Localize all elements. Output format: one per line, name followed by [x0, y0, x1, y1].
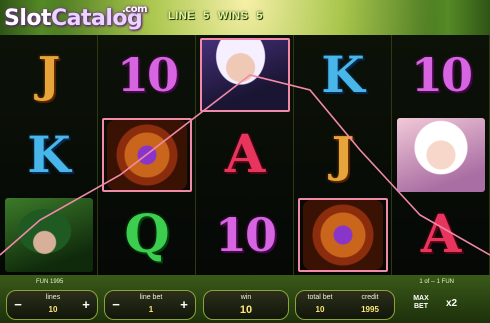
reel-cell [98, 115, 196, 195]
line-bet-label: line bet [139, 294, 163, 301]
wins-label: WINS [217, 10, 249, 22]
reel-cell [0, 195, 98, 275]
line-bet-panel: − line bet 1 + [104, 290, 196, 320]
symbol-10: 10 [214, 208, 277, 262]
line-bet-increase-button[interactable]: + [177, 298, 191, 312]
symbol-a: A [224, 124, 266, 185]
credit-value: 1995 [361, 305, 379, 314]
reel-cell [196, 35, 294, 115]
strip-left-text: FUN 1995 [36, 279, 64, 285]
symbol-k: K [321, 45, 365, 104]
lines-value: 10 [48, 305, 58, 314]
reel-cell: A [196, 115, 294, 195]
symbol-q: Q [124, 204, 170, 265]
total-bet-label: total bet [307, 294, 333, 301]
win-highlight-frame [200, 38, 290, 112]
speed-toggle-button[interactable]: x2 [446, 298, 457, 309]
reel-cell [392, 115, 490, 195]
reel-cell: Q [98, 195, 196, 275]
lines-panel: − lines 10 + [6, 290, 98, 320]
total-bet-value: 10 [315, 305, 325, 314]
reel-5: 10 A [392, 35, 490, 275]
win-label: win [240, 294, 252, 301]
reel-cell: 10 [98, 35, 196, 115]
symbol-a: A [420, 204, 462, 265]
reel-cell: 10 [392, 35, 490, 115]
symbol-k: K [27, 125, 71, 184]
symbol-10: 10 [410, 48, 473, 102]
line-value: 5 [203, 10, 210, 22]
reel-1: JK [0, 35, 98, 275]
win-value: 10 [239, 304, 253, 316]
lines-label: lines [45, 294, 61, 301]
credit-label: credit [361, 294, 379, 301]
win-highlight-frame [298, 198, 388, 272]
reel-cell: J [0, 35, 98, 115]
reel-grid: J K 10 Q A 10 K J 10 A [0, 35, 490, 275]
reel-cell: J [294, 115, 392, 195]
hooded-ranger-icon [5, 198, 93, 272]
reel-cell [294, 195, 392, 275]
reel-cell: 10 [196, 195, 294, 275]
elf-queen-icon [397, 118, 485, 192]
symbol-j: J [37, 47, 61, 103]
top-info-bar: LINE 5 WINS 5 [168, 7, 328, 25]
watermark-logo: SlotCatalog .com [4, 4, 148, 31]
reel-3: A 10 [196, 35, 294, 275]
lines-decrease-button[interactable]: − [11, 298, 25, 312]
line-bet-decrease-button[interactable]: − [109, 298, 123, 312]
strip-right-text: 1 of -- 1 FUN [419, 279, 454, 285]
symbol-j: J [331, 127, 355, 183]
symbol-10: 10 [116, 48, 179, 102]
reel-cell: K [0, 115, 98, 195]
line-label: LINE [168, 10, 196, 22]
reel-cell: A [392, 195, 490, 275]
info-strip: FUN 1995 1 of -- 1 FUN [0, 279, 490, 289]
line-bet-value: 1 [148, 305, 154, 314]
win-panel: win 10 [203, 290, 289, 320]
max-bet-button[interactable]: MAX BET [408, 295, 434, 311]
reel-cell: K [294, 35, 392, 115]
reel-2: 10 Q [98, 35, 196, 275]
lines-increase-button[interactable]: + [79, 298, 93, 312]
win-highlight-frame [102, 118, 192, 192]
bet-credit-panel: total bet 10 credit 1995 [295, 290, 395, 320]
reel-4: KJ [294, 35, 392, 275]
wins-value: 5 [256, 10, 264, 22]
